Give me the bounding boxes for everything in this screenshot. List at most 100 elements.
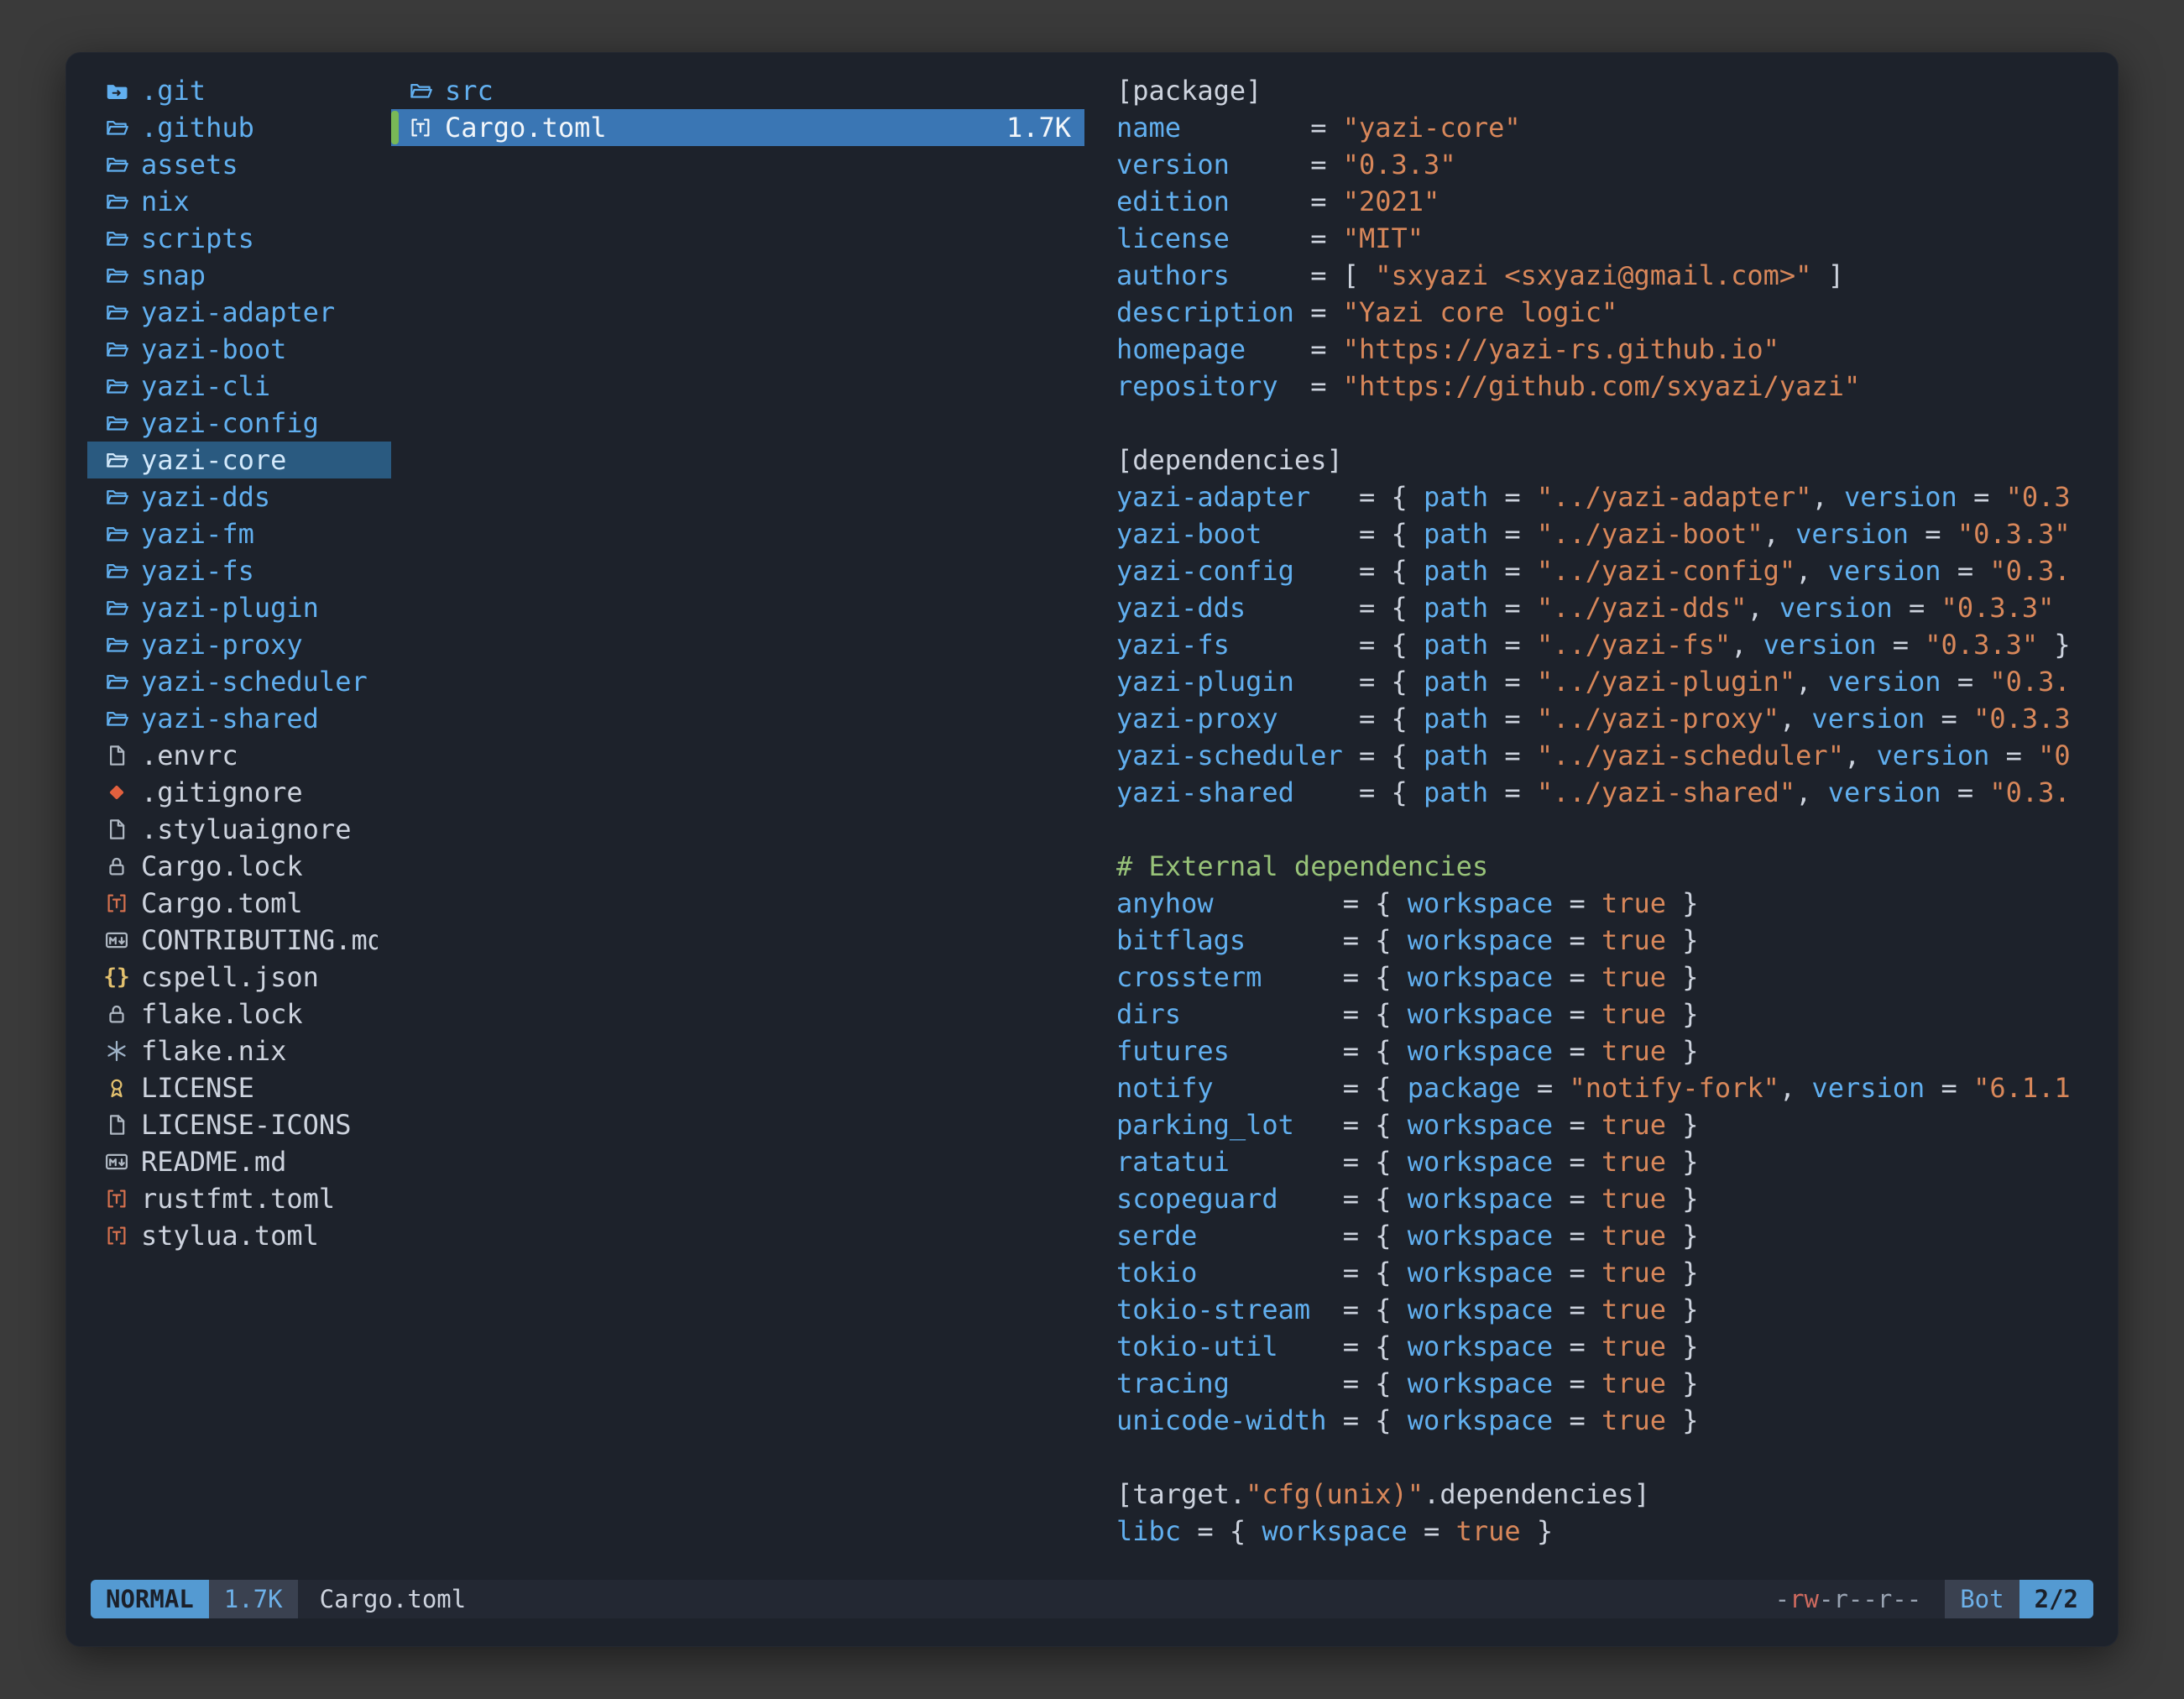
entry-name: rustfmt.toml xyxy=(141,1183,335,1215)
preview-token: true xyxy=(1601,1257,1666,1289)
preview-token: } xyxy=(1521,1515,1554,1547)
parent-dir-entry[interactable]: .envrc xyxy=(87,737,391,774)
preview-token: crossterm xyxy=(1116,961,1262,993)
parent-dir-entry[interactable]: yazi-boot xyxy=(87,331,391,368)
parent-dir-entry[interactable]: yazi-fm xyxy=(87,515,391,552)
parent-dir-entry[interactable]: yazi-dds xyxy=(87,478,391,515)
parent-dir-entry[interactable]: nix xyxy=(87,183,391,220)
parent-dir-entry[interactable]: yazi-plugin xyxy=(87,589,391,626)
parent-dir-entry[interactable]: scripts xyxy=(87,220,391,257)
parent-dir-entry[interactable]: yazi-scheduler xyxy=(87,663,391,700)
preview-token: path xyxy=(1424,776,1488,808)
folder-open-icon xyxy=(102,263,131,288)
preview-token: } xyxy=(1666,924,1699,956)
preview-token: "0.3.3 xyxy=(1973,703,2071,734)
parent-dir-entry[interactable]: .styluaignore xyxy=(87,811,391,848)
parent-dir-entry[interactable]: rustfmt.toml xyxy=(87,1180,391,1217)
yazi-terminal-window: .git.githubassetsnixscriptssnapyazi-adap… xyxy=(65,52,2119,1647)
parent-dir-entry[interactable]: Cargo.lock xyxy=(87,848,391,885)
preview-token: = xyxy=(1230,149,1343,180)
preview-token: version xyxy=(1844,481,1957,513)
entry-name: .git xyxy=(141,75,206,107)
preview-line: yazi-plugin = { path = "../yazi-plugin",… xyxy=(1116,663,2097,700)
current-dir-entry[interactable]: src xyxy=(391,72,1084,109)
preview-token: version xyxy=(1828,776,1941,808)
parent-dir-entry[interactable]: {}cspell.json xyxy=(87,959,391,996)
preview-token: "MIT" xyxy=(1343,222,1424,254)
preview-line: tokio-util = { workspace = true } xyxy=(1116,1328,2097,1365)
parent-dir-entry[interactable]: snap xyxy=(87,257,391,294)
preview-token: = xyxy=(1246,333,1343,365)
entry-name: yazi-proxy xyxy=(141,629,303,661)
preview-token: = xyxy=(1521,1072,1570,1104)
parent-dir-entry[interactable]: stylua.toml xyxy=(87,1217,391,1254)
parent-dir-entry[interactable]: yazi-config xyxy=(87,405,391,442)
entry-name: flake.lock xyxy=(141,998,303,1030)
preview-token: version xyxy=(1811,703,1925,734)
preview-token: , xyxy=(1795,776,1828,808)
folder-open-icon xyxy=(102,484,131,510)
preview-token: = xyxy=(1488,666,1537,698)
parent-dir-entry[interactable]: assets xyxy=(87,146,391,183)
parent-dir-entry[interactable]: LICENSE-ICONS xyxy=(87,1106,391,1143)
preview-token: "https://yazi-rs.github.io" xyxy=(1343,333,1779,365)
lock-icon xyxy=(102,1001,131,1027)
award-icon xyxy=(102,1075,131,1100)
preview-line: [package] xyxy=(1116,72,2097,109)
entry-name: .gitignore xyxy=(141,776,303,808)
preview-token: "https://github.com/sxyazi/yazi" xyxy=(1343,370,1861,402)
preview-token: tokio-stream xyxy=(1116,1294,1310,1325)
preview-token: true xyxy=(1601,887,1666,919)
preview-token: yazi-shared xyxy=(1116,776,1294,808)
file-manager-panes: .git.githubassetsnixscriptssnapyazi-adap… xyxy=(87,72,2097,1560)
parent-dir-entry[interactable]: Cargo.toml xyxy=(87,885,391,922)
preview-token: = { xyxy=(1230,1035,1408,1067)
preview-line xyxy=(1116,405,2097,442)
preview-token: path xyxy=(1424,703,1488,734)
preview-token: workspace xyxy=(1408,1367,1553,1399)
parent-dir-entry[interactable]: LICENSE xyxy=(87,1069,391,1106)
preview-token: = { xyxy=(1294,555,1424,587)
preview-token: [package] xyxy=(1116,75,1262,107)
parent-dir-entry[interactable]: CONTRIBUTING.md xyxy=(87,922,391,959)
git-folder-icon xyxy=(102,78,131,103)
parent-dir-entry[interactable]: yazi-fs xyxy=(87,552,391,589)
entry-name: yazi-dds xyxy=(141,481,270,513)
preview-token: bitflags xyxy=(1116,924,1246,956)
entry-name: yazi-config xyxy=(141,407,319,439)
preview-token: path xyxy=(1424,592,1488,624)
preview-token: "../yazi-shared" xyxy=(1537,776,1795,808)
parent-dir-entry[interactable]: yazi-proxy xyxy=(87,626,391,663)
preview-token: = xyxy=(1488,703,1537,734)
preview-token: } xyxy=(1666,1183,1699,1215)
parent-dir-entry[interactable]: .gitignore xyxy=(87,774,391,811)
preview-token: version xyxy=(1876,740,1989,771)
parent-dir-entry[interactable]: README.md xyxy=(87,1143,391,1180)
preview-token: tracing xyxy=(1116,1367,1230,1399)
parent-dir-entry[interactable]: yazi-shared xyxy=(87,700,391,737)
parent-dir-entry[interactable]: .git xyxy=(87,72,391,109)
preview-token: = xyxy=(1553,1294,1601,1325)
preview-token: futures xyxy=(1116,1035,1230,1067)
preview-token: = xyxy=(1553,961,1601,993)
current-dir-entry[interactable]: Cargo.toml1.7K xyxy=(391,109,1084,146)
parent-dir-entry[interactable]: yazi-cli xyxy=(87,368,391,405)
parent-dir-entry[interactable]: flake.nix xyxy=(87,1032,391,1069)
preview-line: unicode-width = { workspace = true } xyxy=(1116,1402,2097,1439)
entry-name: flake.nix xyxy=(141,1035,286,1067)
file-icon xyxy=(102,1112,131,1137)
parent-dir-entry[interactable]: flake.lock xyxy=(87,996,391,1032)
preview-token: = xyxy=(1553,1146,1601,1178)
parent-dir-entry[interactable]: .github xyxy=(87,109,391,146)
preview-token: = xyxy=(1488,629,1537,661)
preview-token: , xyxy=(1779,1072,1812,1104)
parent-directory-pane: .git.githubassetsnixscriptssnapyazi-adap… xyxy=(87,72,391,1560)
parent-dir-entry[interactable]: yazi-core xyxy=(87,442,391,478)
preview-line: yazi-adapter = { path = "../yazi-adapter… xyxy=(1116,478,2097,515)
preview-line: homepage = "https://yazi-rs.github.io" xyxy=(1116,331,2097,368)
folder-open-icon xyxy=(406,78,435,103)
preview-token: = xyxy=(1488,776,1537,808)
preview-token: = xyxy=(1941,776,1990,808)
parent-dir-entry[interactable]: yazi-adapter xyxy=(87,294,391,331)
preview-token: "../yazi-scheduler" xyxy=(1537,740,1844,771)
